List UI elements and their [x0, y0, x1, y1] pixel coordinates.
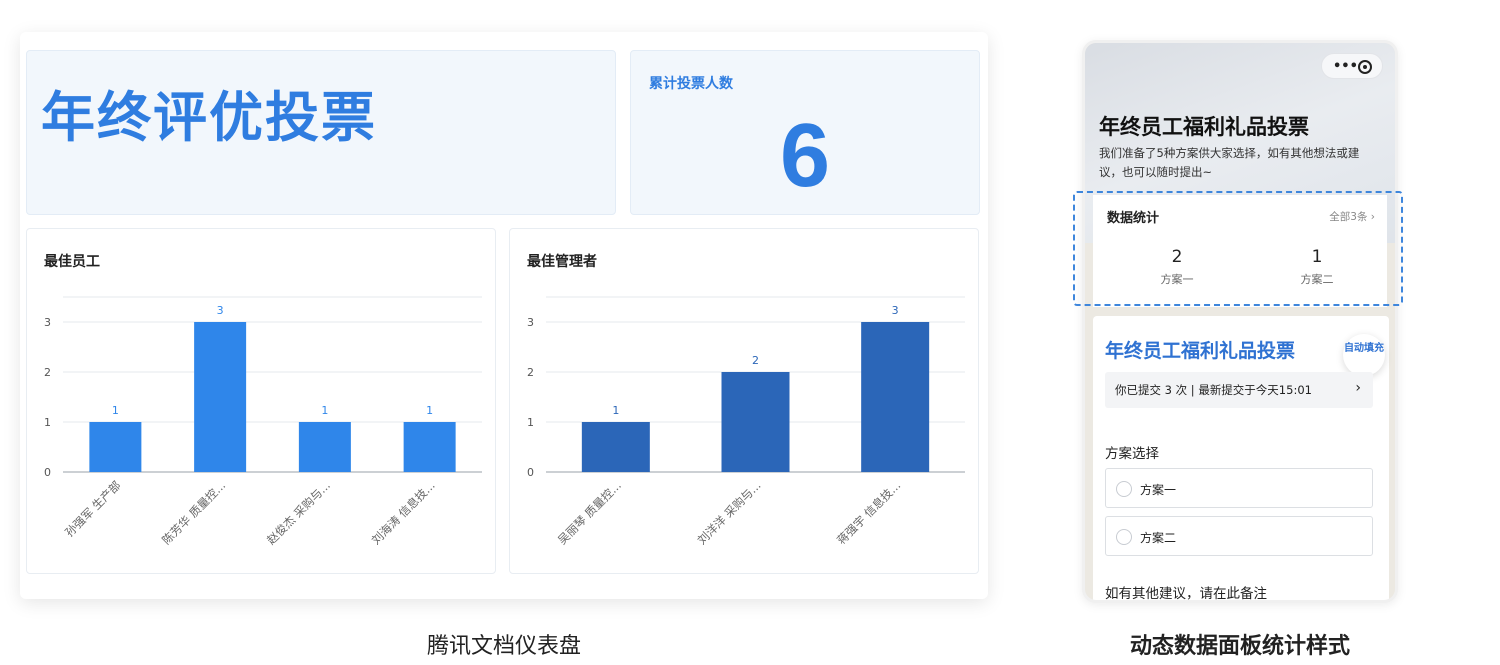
y-tick-label: 3 — [44, 316, 51, 329]
close-target-icon[interactable] — [1358, 60, 1372, 74]
option-label: 方案一 — [1140, 483, 1177, 497]
x-tick-label: 蒋强宇 信息技... — [834, 478, 903, 547]
vote-count-label: 累计投票人数 — [649, 76, 733, 92]
data-label: 3 — [892, 304, 899, 317]
chevron-right-icon: › — [1355, 380, 1361, 396]
best-employee-chart-card: 最佳员工 0 1 2 3 1 孙强军 生产部 3 陈芳华 质量控... 1 赵俊杰 采购与... 1… — [26, 228, 496, 574]
x-tick-label: 刘海涛 信息技... — [369, 478, 438, 547]
title-card: 年终评优投票 — [26, 50, 616, 215]
form-title: 年终员工福利礼品投票 — [1099, 115, 1309, 139]
data-label: 2 — [752, 354, 759, 367]
stats-highlight-box — [1073, 191, 1403, 306]
y-tick-label: 3 — [527, 316, 534, 329]
miniapp-capsule[interactable]: ••• — [1321, 53, 1383, 79]
best-manager-chart: 0 1 2 3 1 吴丽琴 质量控... 2 刘洋洋 采购与... 3 蒋强宇 信息技... — [527, 296, 965, 547]
phone-caption: 动态数据面板统计样式 — [1129, 634, 1350, 659]
phone-mockup: ••• 年终员工福利礼品投票 我们准备了5种方案供大家选择，如有其他想法或建议，… — [1082, 40, 1398, 603]
form-card-title: 年终员工福利礼品投票 — [1105, 340, 1296, 362]
x-tick-label: 吴丽琴 质量控... — [555, 478, 624, 547]
data-label: 1 — [112, 404, 119, 417]
bar — [298, 422, 351, 472]
best-employee-chart: 0 1 2 3 1 孙强军 生产部 3 陈芳华 质量控... 1 赵俊杰 采购与... 1 刘海涛 信… — [44, 296, 482, 547]
dashboard-caption: 腾讯文档仪表盘 — [426, 634, 581, 659]
x-tick-label: 陈芳华 质量控... — [159, 478, 228, 547]
bar — [721, 372, 790, 472]
form-description: 我们准备了5种方案供大家选择，如有其他想法或建议，也可以随时提出~ — [1099, 146, 1360, 179]
data-label: 3 — [217, 304, 224, 317]
y-tick-label: 0 — [44, 466, 51, 479]
bar — [403, 422, 456, 472]
y-tick-label: 2 — [527, 366, 534, 379]
y-tick-label: 1 — [527, 416, 534, 429]
more-icon[interactable]: ••• — [1333, 59, 1358, 74]
x-tick-label: 赵俊杰 采购与... — [264, 478, 333, 547]
submission-status-bar[interactable]: 你已提交 3 次 | 最新提交于今天15:01 › — [1105, 372, 1373, 408]
x-tick-label: 刘洋洋 采购与... — [695, 478, 764, 547]
best-manager-chart-card: 最佳管理者 0 1 2 3 1 吴丽琴 质量控... 2 刘洋洋 采购与... 3 蒋强宇 信息技… — [509, 228, 979, 574]
y-tick-label: 0 — [527, 466, 534, 479]
option-radio-1[interactable]: 方案一 — [1105, 468, 1373, 508]
section-note-label: 如有其他建议，请在此备注 — [1105, 586, 1267, 602]
vote-count-card: 累计投票人数 6 — [630, 50, 980, 215]
y-tick-label: 2 — [44, 366, 51, 379]
submission-status-text: 你已提交 3 次 | 最新提交于今天15:01 — [1115, 383, 1312, 397]
bar — [581, 422, 650, 472]
data-label: 1 — [321, 404, 328, 417]
x-tick-label: 孙强军 生产部 — [62, 478, 123, 539]
dashboard-panel: 年终评优投票 累计投票人数 6 最佳员工 0 1 2 3 1 孙强军 生产部 3 陈芳华 质量… — [20, 32, 988, 599]
option-radio-2[interactable]: 方案二 — [1105, 516, 1373, 556]
bar — [194, 322, 247, 472]
data-label: 1 — [612, 404, 619, 417]
autofill-button[interactable]: 自动填充 — [1343, 334, 1385, 376]
y-tick-label: 1 — [44, 416, 51, 429]
section-choice-label: 方案选择 — [1105, 446, 1159, 462]
bar — [861, 322, 930, 472]
radio-icon[interactable] — [1116, 529, 1132, 545]
vote-count-value: 6 — [779, 106, 831, 206]
bar — [89, 422, 142, 472]
option-label: 方案二 — [1140, 531, 1177, 545]
dashboard-title: 年终评优投票 — [41, 86, 377, 149]
form-card: 年终员工福利礼品投票 自动填充 你已提交 3 次 | 最新提交于今天15:01 … — [1093, 316, 1389, 602]
data-label: 1 — [426, 404, 433, 417]
radio-icon[interactable] — [1116, 481, 1132, 497]
